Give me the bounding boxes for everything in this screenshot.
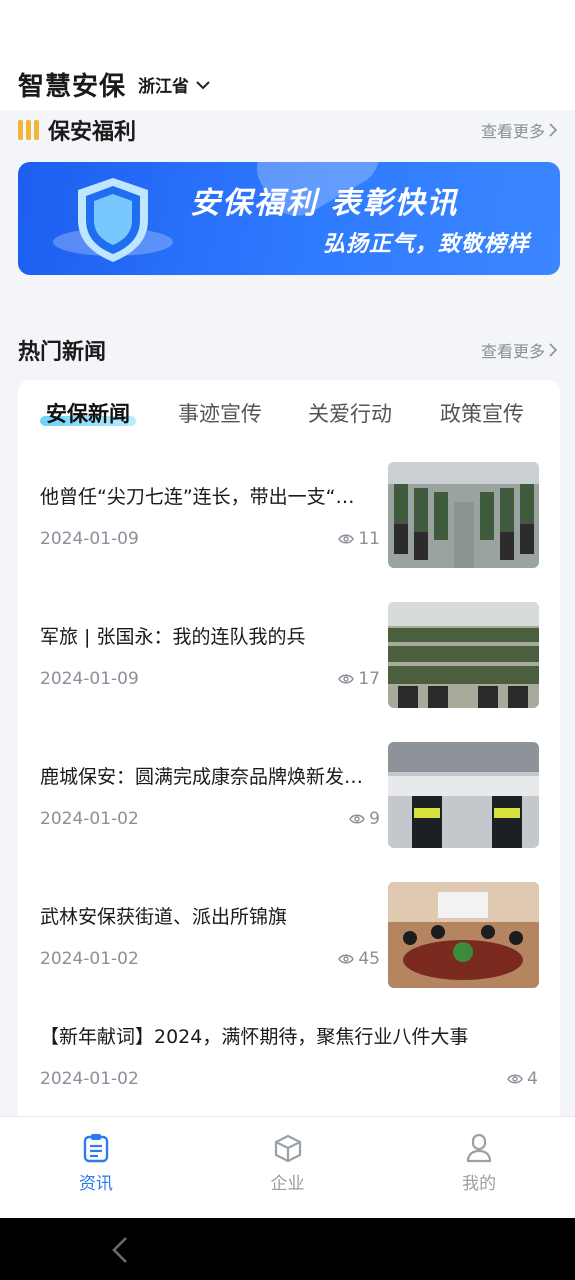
hot-news-header: 热门新闻 查看更多 <box>18 334 557 366</box>
news-tabs: 安保新闻 事迹宣传 关爱行动 政策宣传 <box>18 398 560 438</box>
news-title: 武林安保获街道、派出所锦旗 <box>40 906 288 928</box>
welfare-header: 保安福利 查看更多 <box>18 114 557 146</box>
banner-headline: 安保福利 表彰快讯 <box>190 186 459 221</box>
coins-icon <box>18 120 40 140</box>
chevron-right-icon <box>549 123 557 137</box>
news-thumbnail <box>388 602 539 708</box>
news-item[interactable]: 【新年献词】2024，满怀期待，聚焦行业八件大事 2024-01-02 4 <box>40 1002 540 1112</box>
news-icon <box>83 1134 109 1163</box>
welfare-title-text: 保安福利 <box>48 120 137 145</box>
news-thumbnail <box>388 462 539 568</box>
eye-icon <box>338 674 355 684</box>
welfare-banner[interactable]: 安保福利 表彰快讯 弘扬正气，致敬榜样 <box>18 162 560 275</box>
tab-care[interactable]: 关爱行动 <box>308 398 392 428</box>
news-thumbnail <box>388 882 539 988</box>
app-screen: 智慧安保 浙江省 保安福利 查看更多 安保福利 表彰快讯 弘扬正气，致敬榜样 热… <box>0 0 575 1280</box>
news-item[interactable]: 他曾任“尖刀七连”连长，带出一支“虎狼之师” 2024-01-09 11 <box>40 462 540 572</box>
nav-item-profile[interactable]: 我的 <box>383 1117 575 1218</box>
top-header: 智慧安保 浙江省 <box>0 0 575 110</box>
eye-icon <box>338 534 355 544</box>
news-item[interactable]: 军旅 | 张国永：我的连队我的兵 2024-01-09 17 <box>40 602 540 712</box>
shield-icon <box>53 178 173 262</box>
news-title: 军旅 | 张国永：我的连队我的兵 <box>40 626 306 648</box>
news-date: 2024-01-09 <box>40 529 139 549</box>
hot-news-section: 热门新闻 查看更多 安保新闻 事迹宣传 关爱行动 政策宣传 他曾任“尖刀七连”连… <box>0 320 575 1140</box>
news-date: 2024-01-02 <box>40 949 139 969</box>
news-views: 4 <box>507 1069 538 1089</box>
tab-deeds[interactable]: 事迹宣传 <box>178 398 262 428</box>
hot-news-more-label: 查看更多 <box>480 342 545 361</box>
nav-label: 资讯 <box>78 1174 113 1194</box>
news-views: 9 <box>349 809 380 829</box>
news-title: 【新年献词】2024，满怀期待，聚焦行业八件大事 <box>40 1026 469 1048</box>
news-item[interactable]: 武林安保获街道、派出所锦旗 2024-01-02 45 <box>40 882 540 992</box>
news-title: 鹿城保安：圆满完成康奈品牌焕新发布会安保工作 <box>40 766 370 788</box>
news-views: 11 <box>338 529 380 549</box>
bottom-nav: 资讯 企业 我的 <box>0 1116 575 1218</box>
chevron-down-icon <box>196 80 210 89</box>
nav-label: 我的 <box>462 1174 497 1194</box>
news-card: 安保新闻 事迹宣传 关爱行动 政策宣传 他曾任“尖刀七连”连长，带出一支“虎狼之… <box>18 380 560 1140</box>
news-title: 他曾任“尖刀七连”连长，带出一支“虎狼之师” <box>40 486 370 508</box>
news-views: 45 <box>338 949 380 969</box>
news-thumbnail <box>388 742 539 848</box>
hot-news-title: 热门新闻 <box>18 340 107 365</box>
eye-icon <box>507 1074 523 1084</box>
news-date: 2024-01-09 <box>40 669 139 689</box>
chevron-right-icon <box>549 343 557 357</box>
news-views: 17 <box>338 669 380 689</box>
tab-security-news[interactable]: 安保新闻 <box>40 398 136 428</box>
nav-item-enterprise[interactable]: 企业 <box>192 1117 384 1218</box>
welfare-title: 保安福利 <box>18 114 136 146</box>
news-item[interactable]: 鹿城保安：圆满完成康奈品牌焕新发布会安保工作 2024-01-02 9 <box>40 742 540 852</box>
welfare-more-link[interactable]: 查看更多 <box>481 118 557 142</box>
region-label: 浙江省 <box>138 77 189 97</box>
news-date: 2024-01-02 <box>40 809 139 829</box>
region-selector[interactable]: 浙江省 <box>138 72 211 97</box>
profile-icon <box>467 1133 492 1163</box>
nav-item-news[interactable]: 资讯 <box>0 1117 192 1218</box>
eye-icon <box>338 954 355 964</box>
eye-icon <box>349 814 365 824</box>
enterprise-icon <box>274 1134 301 1163</box>
app-title: 智慧安保 <box>18 72 127 102</box>
news-date: 2024-01-02 <box>40 1069 139 1089</box>
nav-label: 企业 <box>270 1174 305 1194</box>
banner-subline: 弘扬正气，致敬榜样 <box>322 232 530 257</box>
system-navigation-bar <box>0 1218 575 1280</box>
hot-news-more-link[interactable]: 查看更多 <box>481 338 557 362</box>
back-icon[interactable] <box>108 1236 132 1264</box>
welfare-section: 保安福利 查看更多 安保福利 表彰快讯 弘扬正气，致敬榜样 <box>0 110 575 302</box>
tab-policy[interactable]: 政策宣传 <box>440 398 524 428</box>
welfare-more-label: 查看更多 <box>480 122 545 141</box>
